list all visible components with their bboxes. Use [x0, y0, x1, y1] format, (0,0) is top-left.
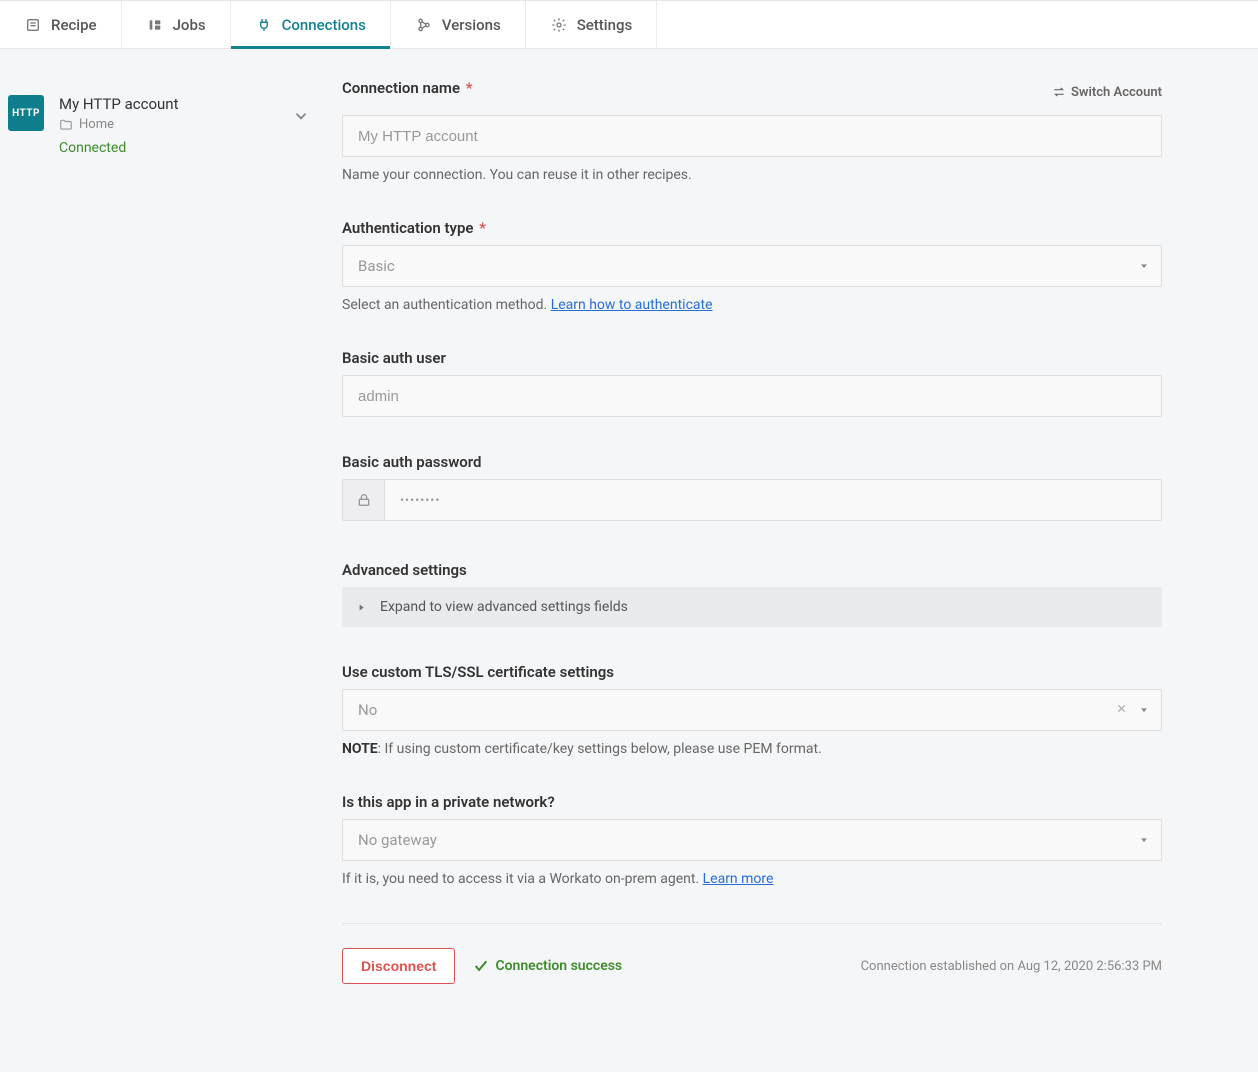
- tab-label: Jobs: [173, 16, 206, 34]
- conn-name-label: Connection name *: [342, 79, 472, 97]
- private-net-label: Is this app in a private network?: [342, 793, 1162, 811]
- connection-location: Home: [59, 117, 314, 132]
- connection-form: Connection name * Switch Account Name yo…: [342, 79, 1162, 984]
- caret-down-icon: [1139, 701, 1149, 719]
- switch-account-label: Switch Account: [1071, 85, 1162, 100]
- tab-label: Recipe: [51, 16, 97, 34]
- location-label: Home: [79, 117, 114, 132]
- connection-timestamp: Connection established on Aug 12, 2020 2…: [861, 959, 1162, 974]
- chevron-down-icon[interactable]: [292, 107, 310, 129]
- tab-settings[interactable]: Settings: [526, 1, 658, 48]
- auth-type-select[interactable]: Basic: [342, 245, 1162, 287]
- private-net-hint: If it is, you need to access it via a Wo…: [342, 871, 1162, 887]
- basic-pwd-label: Basic auth password: [342, 453, 1162, 471]
- disconnect-button[interactable]: Disconnect: [342, 948, 455, 984]
- learn-more-link[interactable]: Learn more: [703, 871, 774, 887]
- tls-select[interactable]: No: [342, 689, 1162, 731]
- conn-name-hint: Name your connection. You can reuse it i…: [342, 167, 1162, 183]
- swap-icon: [1052, 85, 1066, 99]
- connection-title: My HTTP account: [59, 95, 314, 113]
- auth-type-hint: Select an authentication method. Learn h…: [342, 297, 1162, 313]
- basic-pwd-input[interactable]: ••••••••: [342, 479, 1162, 521]
- http-badge: HTTP: [8, 95, 44, 131]
- advanced-label: Advanced settings: [342, 561, 1162, 579]
- tab-bar: Recipe Jobs Connections Versions Setting…: [0, 0, 1258, 49]
- pwd-value: ••••••••: [385, 480, 1161, 520]
- connections-icon: [255, 16, 273, 34]
- caret-down-icon: [1139, 831, 1149, 849]
- tab-label: Versions: [442, 16, 501, 34]
- auth-type-label: Authentication type *: [342, 219, 1162, 237]
- connection-status: Connected: [59, 140, 314, 156]
- settings-icon: [550, 16, 568, 34]
- connection-success-label: Connection success: [495, 958, 622, 974]
- advanced-expander-label: Expand to view advanced settings fields: [380, 599, 628, 615]
- triangle-right-icon: [357, 603, 366, 612]
- clear-icon[interactable]: [1116, 702, 1127, 718]
- tab-label: Settings: [577, 16, 633, 34]
- folder-icon: [59, 118, 73, 132]
- tab-jobs[interactable]: Jobs: [122, 1, 231, 48]
- learn-auth-link[interactable]: Learn how to authenticate: [551, 297, 713, 313]
- lock-icon: [343, 480, 385, 520]
- private-net-value: No gateway: [358, 831, 437, 849]
- tab-versions[interactable]: Versions: [391, 1, 526, 48]
- conn-name-input[interactable]: [342, 115, 1162, 157]
- auth-type-value: Basic: [358, 257, 395, 275]
- advanced-expander[interactable]: Expand to view advanced settings fields: [342, 587, 1162, 627]
- tab-recipe[interactable]: Recipe: [0, 1, 122, 48]
- tls-value: No: [358, 701, 377, 719]
- tab-label: Connections: [282, 16, 366, 34]
- connection-card[interactable]: HTTP My HTTP account Home Connected: [0, 79, 322, 172]
- check-icon: [473, 958, 489, 974]
- jobs-icon: [146, 16, 164, 34]
- versions-icon: [415, 16, 433, 34]
- connection-success: Connection success: [473, 958, 622, 974]
- tls-hint: NOTE: If using custom certificate/key se…: [342, 741, 1162, 757]
- caret-down-icon: [1139, 257, 1149, 275]
- switch-account-button[interactable]: Switch Account: [1052, 85, 1162, 100]
- tls-label: Use custom TLS/SSL certificate settings: [342, 663, 1162, 681]
- private-net-select[interactable]: No gateway: [342, 819, 1162, 861]
- basic-user-input[interactable]: [342, 375, 1162, 417]
- recipe-icon: [24, 16, 42, 34]
- form-footer: Disconnect Connection success Connection…: [342, 923, 1162, 984]
- tab-connections[interactable]: Connections: [231, 1, 391, 48]
- basic-user-label: Basic auth user: [342, 349, 1162, 367]
